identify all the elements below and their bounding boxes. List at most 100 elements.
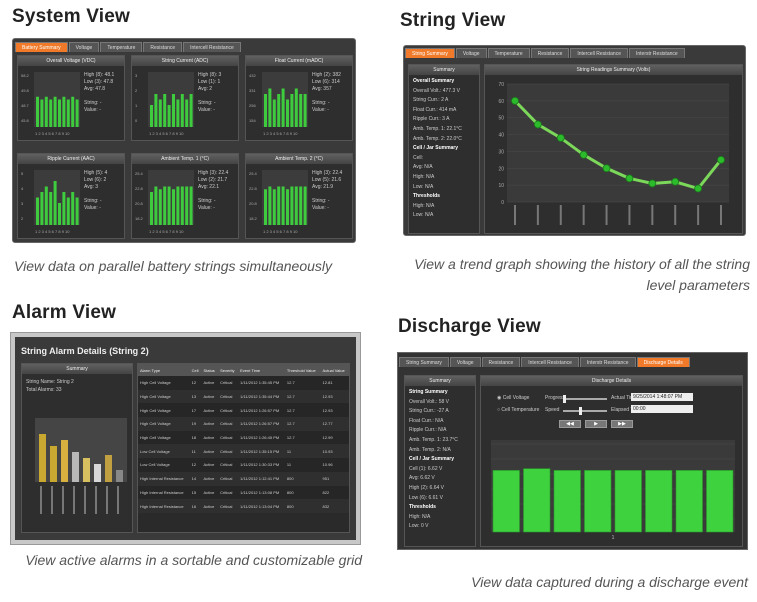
alarm-cell: 1/11/2012 1:26:57 PM bbox=[240, 421, 280, 427]
string-tab-2[interactable]: Temperature bbox=[487, 48, 530, 58]
string-summary-list: Overall Summary Overall Volt.: 477.3 V Str… bbox=[409, 75, 479, 225]
alarm-row[interactable]: High Internal Resistance 16 Active Critical… bbox=[138, 499, 349, 513]
alarm-row[interactable]: High Cell Voltage 18 Active Critical 1/11/20… bbox=[138, 430, 349, 445]
discharge-bar bbox=[492, 470, 520, 533]
alarm-cell: 1/11/2012 1:30:33 PM bbox=[240, 462, 280, 468]
system-tab-0[interactable]: Battery Summary bbox=[15, 42, 68, 52]
system-bar bbox=[294, 88, 298, 127]
system-bar bbox=[66, 197, 70, 225]
system-bar bbox=[163, 94, 167, 127]
discharge-tabs: String Summary Voltage Resistance Intercell… bbox=[399, 357, 691, 369]
alarm-row[interactable]: Low Cell Voltage 11 Active Critical 1/11/201… bbox=[138, 444, 349, 459]
speed-slider[interactable] bbox=[563, 407, 607, 415]
actual-time-field[interactable]: 9/25/2014 1:48:07 PM bbox=[631, 393, 693, 401]
alarm-bar bbox=[94, 464, 101, 482]
chart-x-tick-label bbox=[674, 205, 677, 225]
alarm-column-header[interactable]: Alarm Type bbox=[138, 364, 190, 376]
alarm-bar bbox=[116, 470, 123, 482]
system-tab-2[interactable]: Temperature bbox=[100, 42, 143, 52]
alarm-cell: 14 bbox=[191, 476, 197, 482]
discharge-caption: View data captured during a discharge ev… bbox=[471, 574, 748, 590]
summary-line: Cell: bbox=[413, 154, 424, 161]
discharge-tab-5[interactable]: Discharge Details bbox=[636, 357, 690, 367]
discharge-details-title: Discharge Details bbox=[481, 376, 742, 386]
alarm-row[interactable]: High Cell Voltage 19 Active Critical 1/11/20… bbox=[138, 417, 349, 431]
alarm-column-header[interactable]: Status bbox=[201, 364, 219, 376]
alarm-row[interactable]: Low Cell Voltage 12 Active Critical 1/11/201… bbox=[138, 458, 349, 472]
alarm-row[interactable]: High Internal Resistance 14 Active Critical… bbox=[138, 471, 349, 486]
alarm-view-screenshot: String Alarm Details (String 2) Summary … bbox=[10, 332, 361, 545]
summary-line: Float Curr.: N/A bbox=[409, 417, 444, 424]
alarm-cell: 13 bbox=[191, 394, 197, 400]
alarm-cell: Active bbox=[203, 503, 215, 509]
system-tab-1[interactable]: Voltage bbox=[68, 42, 100, 52]
system-panel-title: Ambient Temp. 2 (°C) bbox=[246, 154, 352, 164]
system-bar bbox=[294, 186, 298, 225]
progress-slider[interactable] bbox=[563, 395, 607, 403]
string-tab-3[interactable]: Resistance bbox=[530, 48, 570, 58]
play-button[interactable]: ▶ bbox=[585, 420, 607, 428]
alarm-cell: 800 bbox=[286, 503, 294, 509]
system-tab-3[interactable]: Resistance bbox=[143, 42, 183, 52]
alarm-column-header[interactable]: Event Time bbox=[238, 364, 285, 376]
summary-line: Ripple Curr.: N/A bbox=[409, 427, 447, 434]
alarm-bar-label bbox=[84, 486, 86, 514]
alarm-cell: Critical bbox=[220, 421, 233, 427]
chart-point bbox=[579, 150, 588, 159]
system-panel-stats: High (2): 382 Low (6): 314 Avg: 357 String:… bbox=[312, 72, 341, 114]
system-stat: String: - bbox=[312, 100, 330, 106]
system-stat: String: - bbox=[198, 100, 216, 106]
discharge-tab-1[interactable]: Voltage bbox=[449, 357, 481, 367]
system-bar bbox=[167, 105, 171, 127]
alarm-row[interactable]: High Cell Voltage 17 Active Critical 1/11/20… bbox=[138, 403, 349, 418]
system-panel-chart: 25.4 22.8 20.8 18.2 1 2 3 4 5 6 7 8 9 10 bbox=[135, 170, 194, 234]
alarm-column-header[interactable]: Threshold Value bbox=[284, 364, 321, 376]
string-tab-4[interactable]: Intercell Resistance bbox=[570, 48, 628, 58]
alarm-column-header[interactable]: Severity bbox=[218, 364, 239, 376]
alarm-cell: Active bbox=[203, 421, 215, 427]
string-tab-5[interactable]: Interstr Resistance bbox=[628, 48, 685, 58]
system-stat: Avg: 3 bbox=[84, 184, 99, 190]
alarm-cell: 11 bbox=[286, 448, 292, 454]
discharge-summary-title: Summary bbox=[405, 376, 475, 386]
alarm-row[interactable]: High Cell Voltage 13 Active Critical 1/11/20… bbox=[138, 389, 349, 404]
string-tab-1[interactable]: Voltage bbox=[455, 48, 487, 58]
summary-line: Avg: N/A bbox=[413, 164, 433, 171]
system-panel-stats: High (8): 3 Low (1): 1 Avg: 2 String: - Valu… bbox=[198, 72, 221, 114]
system-stat bbox=[312, 93, 341, 100]
discharge-tab-4[interactable]: Interstr Resistance bbox=[579, 357, 636, 367]
system-stat: String: - bbox=[84, 100, 102, 106]
string-tab-0[interactable]: String Summary bbox=[405, 48, 455, 58]
discharge-tab-2[interactable]: Resistance bbox=[481, 357, 521, 367]
alarm-cell: High Internal Resistance bbox=[140, 476, 184, 482]
system-bar bbox=[272, 99, 276, 127]
discharge-view-heading: Discharge View bbox=[398, 316, 541, 337]
fast-forward-button[interactable]: ▶▶ bbox=[611, 420, 633, 428]
elapsed-time-field[interactable]: 00:00 bbox=[631, 405, 693, 413]
rewind-button[interactable]: ◀◀ bbox=[559, 420, 581, 428]
summary-line: Low (6): 6.61 V bbox=[409, 494, 443, 501]
system-bar bbox=[290, 94, 294, 127]
discharge-bar bbox=[553, 470, 581, 533]
alarm-column-header[interactable]: Actual Value bbox=[320, 364, 349, 376]
discharge-tab-0[interactable]: String Summary bbox=[399, 357, 449, 367]
alarm-bar bbox=[39, 434, 46, 482]
system-bar bbox=[290, 186, 294, 225]
radio-cell-voltage-label: Cell Voltage bbox=[502, 395, 530, 401]
radio-cell-temperature[interactable]: ○ Cell Temperature bbox=[497, 407, 539, 413]
system-panel-stats: High (3): 22.4 Low (5): 21.6 Avg: 21.9 Stri… bbox=[312, 170, 342, 212]
summary-line: Ripple Curr.: 3 A bbox=[413, 116, 450, 123]
system-tick-label: 3 bbox=[21, 201, 24, 206]
radio-cell-voltage[interactable]: ◉ Cell Voltage bbox=[497, 395, 529, 401]
system-bar bbox=[180, 94, 184, 127]
alarm-cell: Active bbox=[203, 448, 215, 454]
alarm-row[interactable]: High Cell Voltage 12 Active Critical 1/11/20… bbox=[138, 376, 349, 390]
alarm-bar-label bbox=[95, 486, 97, 514]
alarm-column-header[interactable]: Cell bbox=[189, 364, 202, 376]
summary-line: Amb. Temp. 1: 22.1°C bbox=[413, 125, 462, 132]
alarm-cell: 1/11/2012 1:13:04 PM bbox=[240, 503, 280, 509]
discharge-tab-3[interactable]: Intercell Resistance bbox=[521, 357, 579, 367]
alarm-row[interactable]: High Internal Resistance 15 Active Critical… bbox=[138, 485, 349, 500]
alarm-cell: Active bbox=[203, 462, 215, 468]
system-tab-4[interactable]: Intercell Resistance bbox=[183, 42, 241, 52]
